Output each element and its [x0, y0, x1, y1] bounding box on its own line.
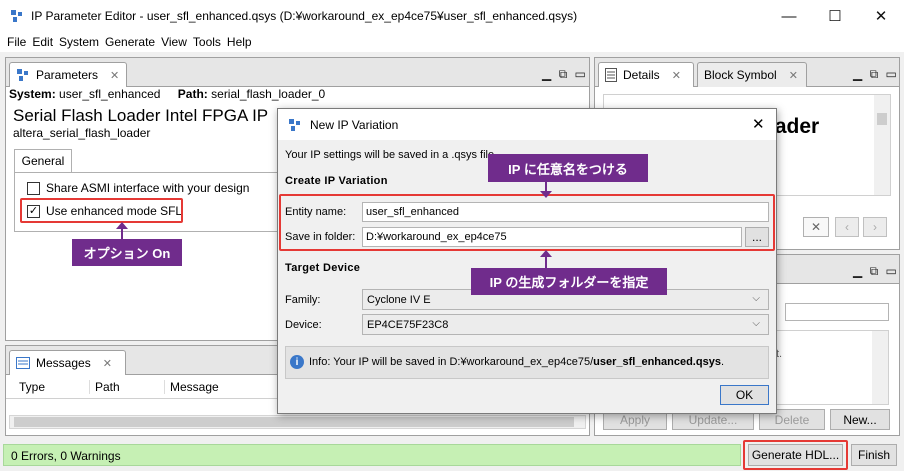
callout-entity-arrow: [540, 182, 552, 198]
close-window-button[interactable]: ✕: [858, 0, 904, 32]
system-value: user_sfl_enhanced: [59, 87, 161, 101]
dialog-close-icon[interactable]: ✕: [752, 115, 765, 133]
status-message-bar: 0 Errors, 0 Warnings: [3, 444, 741, 466]
device-label: Device:: [285, 319, 322, 331]
tab-messages[interactable]: Messages ✕: [9, 350, 126, 375]
path-label: Path:: [177, 87, 208, 101]
dialog-title: New IP Variation: [310, 118, 399, 132]
tab-block-symbol[interactable]: Block Symbol ✕: [697, 62, 807, 87]
dialog-title-bar: New IP Variation ✕: [278, 109, 776, 140]
callout-save-folder: IP の生成フォルダーを指定: [471, 268, 667, 295]
window-title: IP Parameter Editor - user_sfl_enhanced.…: [31, 9, 578, 23]
parameters-icon: [17, 69, 28, 81]
messages-scrollbar[interactable]: [9, 415, 586, 429]
info-box: i Info: Your IP will be saved in D:¥work…: [285, 346, 769, 379]
finish-button[interactable]: Finish: [851, 444, 897, 466]
entity-name-input[interactable]: user_sfl_enhanced: [362, 202, 769, 222]
menu-bar: File Edit System Generate View Tools Hel…: [0, 32, 904, 52]
details-icon: [605, 68, 617, 82]
enhanced-sfl-highlight: [20, 198, 183, 223]
device-value: EP4CE75F23C8: [367, 318, 449, 331]
tab-parameters-label: Parameters: [36, 68, 99, 82]
info-text: Info: Your IP will be saved in D:¥workar…: [309, 356, 725, 368]
generate-hdl-button[interactable]: Generate HDL...: [748, 444, 843, 466]
menu-system[interactable]: System: [56, 35, 102, 49]
callout-option-on: オプション On: [72, 239, 182, 266]
device-select[interactable]: EP4CE75F23C8 ⌵: [362, 314, 769, 335]
chevron-down-icon: ⌵: [752, 293, 760, 304]
new-preset-button[interactable]: New...: [830, 409, 890, 430]
dialog-app-icon: [289, 119, 300, 131]
callout-entity-name: IP に任意名をつける: [488, 154, 648, 182]
family-label: Family:: [285, 294, 321, 306]
ip-heading: Serial Flash Loader Intel FPGA IP: [13, 106, 269, 125]
share-asmi-checkbox[interactable]: [27, 181, 40, 195]
create-ip-heading: Create IP Variation: [285, 175, 388, 187]
chevron-down-icon: ⌵: [752, 318, 760, 329]
next-icon[interactable]: ›: [863, 217, 887, 237]
clear-search-icon[interactable]: ✕: [803, 217, 829, 237]
option-share-asmi[interactable]: Share ASMI interface with your design: [27, 181, 249, 195]
entity-name-label: Entity name:: [285, 206, 347, 218]
tab-messages-label: Messages: [36, 356, 91, 370]
parameters-tabbar: Parameters ✕ ▁ ⧉ ▭: [6, 58, 589, 87]
menu-help[interactable]: Help: [224, 35, 255, 49]
close-tab-icon[interactable]: ✕: [789, 69, 798, 82]
close-tab-icon[interactable]: ✕: [110, 69, 119, 82]
scroll-thumb[interactable]: [877, 113, 887, 125]
menu-edit[interactable]: Edit: [29, 35, 56, 49]
menu-generate[interactable]: Generate: [102, 35, 158, 49]
path-value: serial_flash_loader_0: [211, 87, 326, 101]
save-folder-label: Save in folder:: [285, 231, 356, 243]
app-icon: [11, 10, 22, 22]
family-value: Cyclone IV E: [367, 293, 431, 306]
callout-folder-arrow: [540, 250, 552, 268]
ok-button[interactable]: OK: [720, 385, 769, 405]
tab-general[interactable]: General: [14, 149, 72, 172]
info-icon: i: [290, 355, 304, 369]
column-type[interactable]: Type: [19, 380, 45, 394]
details-tabbar: Details ✕ Block Symbol ✕ ▁ ⧉ ▭: [595, 58, 899, 87]
system-label: System:: [9, 87, 56, 101]
previous-icon[interactable]: ‹: [835, 217, 859, 237]
details-scrollbar[interactable]: [874, 95, 890, 195]
tab-details-label: Details: [623, 68, 660, 82]
browse-button[interactable]: ...: [745, 227, 769, 247]
menu-view[interactable]: View: [158, 35, 190, 49]
column-path[interactable]: Path: [89, 380, 120, 394]
menu-tools[interactable]: Tools: [190, 35, 224, 49]
messages-icon: [16, 357, 30, 369]
minimize-button[interactable]: —: [766, 0, 812, 32]
panel-controls[interactable]: ▁ ⧉ ▭: [853, 67, 899, 82]
ip-subheading: altera_serial_flash_loader: [13, 126, 151, 140]
presets-scrollbar[interactable]: [872, 331, 888, 404]
maximize-button[interactable]: ☐: [812, 0, 858, 32]
presets-search[interactable]: [785, 303, 889, 321]
tab-block-symbol-label: Block Symbol: [704, 68, 777, 82]
system-path-line: System: user_sfl_enhanced Path: serial_f…: [9, 87, 325, 101]
close-tab-icon[interactable]: ✕: [103, 357, 112, 370]
share-asmi-label: Share ASMI interface with your design: [46, 181, 250, 195]
target-device-heading: Target Device: [285, 262, 361, 274]
status-bar: 0 Errors, 0 Warnings Generate HDL... Fin…: [0, 440, 904, 471]
tab-parameters[interactable]: Parameters ✕: [9, 62, 127, 87]
callout-option-arrow: [116, 222, 128, 240]
close-tab-icon[interactable]: ✕: [672, 69, 681, 82]
tab-details[interactable]: Details ✕: [598, 62, 694, 87]
scroll-thumb[interactable]: [14, 417, 574, 427]
dialog-intro: Your IP settings will be saved in a .qsy…: [285, 149, 498, 161]
save-folder-input[interactable]: D:¥workaround_ex_ep4ce75: [362, 227, 742, 247]
title-bar: IP Parameter Editor - user_sfl_enhanced.…: [0, 0, 904, 32]
status-text: 0 Errors, 0 Warnings: [11, 449, 121, 463]
column-message[interactable]: Message: [164, 380, 219, 394]
panel-controls[interactable]: ▁ ⧉ ▭: [542, 67, 588, 82]
panel-controls[interactable]: ▁ ⧉ ▭: [853, 264, 899, 279]
menu-file[interactable]: File: [4, 35, 29, 49]
